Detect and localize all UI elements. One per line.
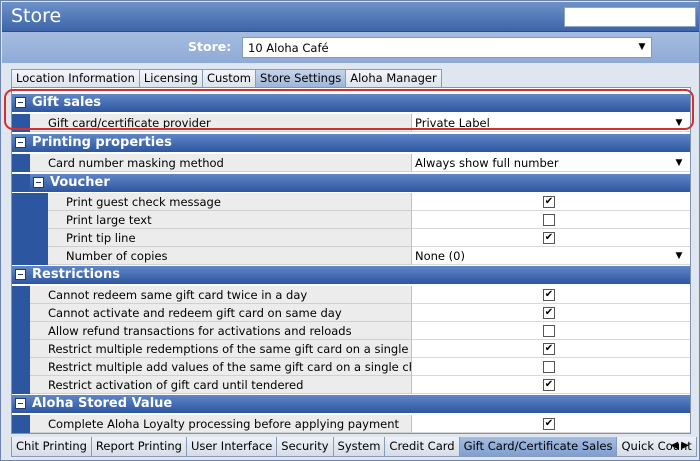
window-title: Store: [11, 5, 62, 27]
property-value: [412, 211, 690, 229]
property-value: ✔: [412, 340, 690, 358]
tab-gift-card-certificate-sales[interactable]: Gift Card/Certificate Sales: [458, 437, 618, 457]
top-tab-strip: Location Information Licensing Custom St…: [11, 69, 442, 87]
property-row: Gift card/certificate provider Private L…: [12, 114, 690, 132]
checkbox[interactable]: ✔: [543, 379, 555, 391]
property-name: Card number masking method: [30, 154, 412, 172]
property-row: Card number masking method Always show f…: [12, 154, 690, 172]
property-value: [412, 358, 690, 376]
property-name: Allow refund transactions for activation…: [30, 322, 412, 340]
checkbox[interactable]: ✔: [543, 418, 555, 430]
section-title: Aloha Stored Value: [32, 396, 173, 411]
collapse-icon[interactable]: [15, 269, 26, 280]
property-row: Allow refund transactions for activation…: [12, 322, 690, 340]
checkbox[interactable]: ✔: [543, 307, 555, 319]
property-name: Restrict activation of gift card until t…: [30, 376, 412, 394]
property-value: ✔: [412, 304, 690, 322]
tab-user-interface[interactable]: User Interface: [185, 437, 278, 457]
dropdown-value: None (0): [415, 249, 465, 263]
tab-licensing[interactable]: Licensing: [138, 69, 203, 87]
property-value: [412, 322, 690, 340]
checkbox[interactable]: [543, 214, 555, 226]
gift-provider-dropdown[interactable]: Private Label ▼: [412, 114, 690, 132]
property-row: Complete Aloha Loyalty processing before…: [12, 415, 690, 433]
section-printing-properties[interactable]: Printing properties: [12, 134, 690, 152]
property-row: Print tip line ✔: [12, 229, 690, 247]
property-value: ✔: [412, 229, 690, 247]
property-row: Restrict multiple add values of the same…: [12, 358, 690, 376]
property-row: Print guest check message ✔: [12, 193, 690, 211]
property-name: Cannot activate and redeem gift card on …: [30, 304, 412, 322]
property-name: Complete Aloha Loyalty processing before…: [30, 415, 412, 433]
section-aloha-stored-value[interactable]: Aloha Stored Value: [12, 395, 690, 413]
section-gift-sales[interactable]: Gift sales: [12, 94, 690, 112]
tab-security[interactable]: Security: [276, 437, 334, 457]
checkbox[interactable]: ✔: [543, 343, 555, 355]
chevron-down-icon[interactable]: ▼: [635, 40, 649, 54]
property-name: Gift card/certificate provider: [30, 114, 412, 132]
store-dropdown[interactable]: 10 Aloha Café ▼: [242, 37, 652, 58]
property-row: Print large text: [12, 211, 690, 229]
checkbox[interactable]: [543, 361, 555, 373]
property-value: ✔: [412, 376, 690, 394]
tab-store-settings[interactable]: Store Settings: [255, 69, 347, 87]
tab-aloha-manager[interactable]: Aloha Manager: [345, 69, 442, 87]
section-restrictions[interactable]: Restrictions: [12, 266, 690, 284]
section-title: Printing properties: [32, 135, 172, 150]
property-row: Number of copies None (0) ▼: [12, 247, 690, 265]
search-input[interactable]: [564, 7, 696, 27]
property-name: Print large text: [48, 211, 412, 229]
tab-system[interactable]: System: [332, 437, 386, 457]
property-name: Print guest check message: [48, 193, 412, 211]
property-name: Number of copies: [48, 247, 412, 265]
section-title: Voucher: [50, 175, 110, 190]
tab-chit-printing[interactable]: Chit Printing: [11, 437, 92, 457]
dropdown-value: Always show full number: [415, 156, 559, 170]
collapse-icon[interactable]: [15, 137, 26, 148]
property-value: ✔: [412, 286, 690, 304]
store-label: Store:: [188, 39, 232, 54]
title-bar: Store: [2, 2, 699, 32]
chevron-down-icon[interactable]: ▼: [672, 156, 686, 170]
tab-credit-card[interactable]: Credit Card: [384, 437, 460, 457]
section-title: Restrictions: [32, 267, 120, 282]
checkbox[interactable]: ✔: [543, 196, 555, 208]
property-row: Cannot activate and redeem gift card on …: [12, 304, 690, 322]
tab-report-printing[interactable]: Report Printing: [90, 437, 187, 457]
tab-custom[interactable]: Custom: [201, 69, 257, 87]
subsection-voucher[interactable]: Voucher: [30, 174, 690, 192]
property-row: Restrict activation of gift card until t…: [12, 376, 690, 394]
collapse-icon[interactable]: [33, 177, 44, 188]
checkbox[interactable]: [543, 325, 555, 337]
dropdown-value: Private Label: [415, 116, 490, 130]
chevron-down-icon[interactable]: ▼: [672, 116, 686, 130]
property-name: Restrict multiple add values of the same…: [30, 358, 412, 376]
property-value: ✔: [412, 193, 690, 211]
copies-dropdown[interactable]: None (0) ▼: [412, 247, 690, 265]
property-grid: Gift sales Gift card/certificate provide…: [11, 87, 691, 434]
store-window: Store Store: 10 Aloha Café ▼ Location In…: [0, 0, 700, 461]
property-name: Print tip line: [48, 229, 412, 247]
section-title: Gift sales: [32, 95, 102, 110]
property-row: Cannot redeem same gift card twice in a …: [12, 286, 690, 304]
bottom-tab-strip: Chit Printing Report Printing User Inter…: [11, 437, 697, 457]
property-name: Cannot redeem same gift card twice in a …: [30, 286, 412, 304]
store-selector-bar: Store: 10 Aloha Café ▼: [2, 32, 699, 63]
store-dropdown-value: 10 Aloha Café: [248, 41, 329, 55]
tab-scroll-arrows-icon[interactable]: ◀ ▶: [670, 440, 689, 451]
checkbox[interactable]: ✔: [543, 232, 555, 244]
collapse-icon[interactable]: [15, 398, 26, 409]
property-row: Restrict multiple redemptions of the sam…: [12, 340, 690, 358]
chevron-down-icon[interactable]: ▼: [672, 249, 686, 263]
tab-location-information[interactable]: Location Information: [11, 69, 140, 87]
property-value: ✔: [412, 415, 690, 433]
collapse-icon[interactable]: [15, 97, 26, 108]
property-name: Restrict multiple redemptions of the sam…: [30, 340, 412, 358]
masking-method-dropdown[interactable]: Always show full number ▼: [412, 154, 690, 172]
checkbox[interactable]: ✔: [543, 289, 555, 301]
